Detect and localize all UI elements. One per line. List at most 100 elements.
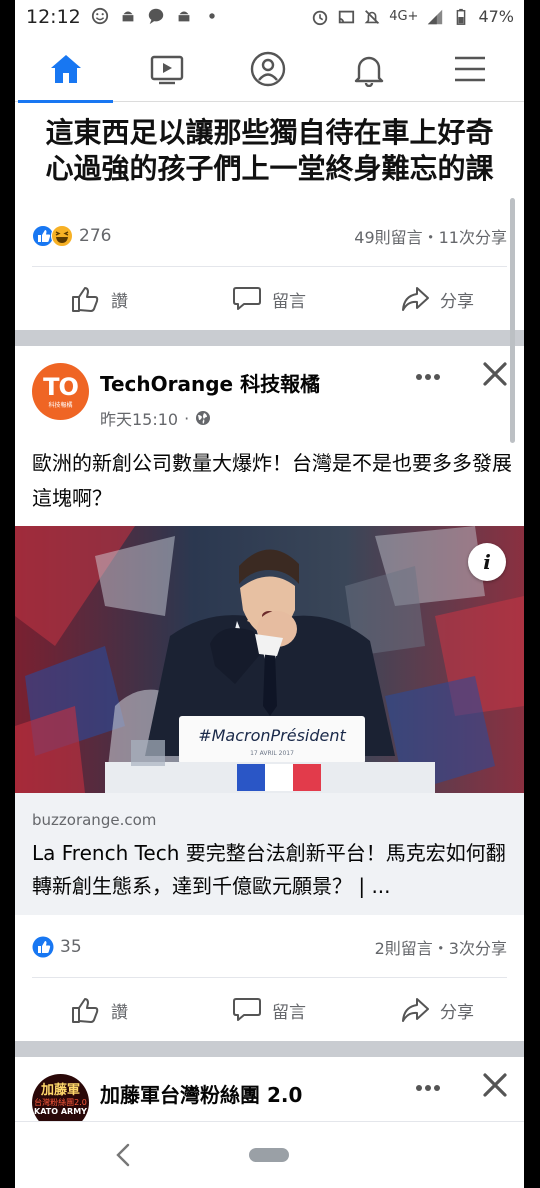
status-time: 12:12 <box>26 6 81 28</box>
signal-icon <box>428 9 443 24</box>
page-name[interactable]: 加藤軍台灣粉絲團 2.0 <box>100 1079 302 1108</box>
more-options-button[interactable] <box>415 362 441 387</box>
thumbs-up-icon <box>72 998 99 1023</box>
comment-icon <box>233 287 261 310</box>
share-label: 分享 <box>440 291 474 312</box>
reaction-summary[interactable]: 276 49則留言・11次分享 <box>32 223 507 249</box>
reaction-count: 276 <box>79 226 112 246</box>
time-separator: · <box>184 408 190 428</box>
nav-home[interactable] <box>15 36 116 103</box>
post-timestamp[interactable]: 昨天15:10 · <box>100 406 211 430</box>
nav-profile[interactable] <box>217 36 318 102</box>
phone-screen: 12:12 4G+ 47% 這東西足以讓那些獨自待在車上好奇 心過強的孩子們上一… <box>15 0 524 1188</box>
comment-icon <box>233 998 261 1021</box>
post-photo[interactable]: #MacronPrésident 17 AVRIL 2017 i <box>15 526 524 793</box>
nav-notifications[interactable] <box>318 36 419 102</box>
nav-watch[interactable] <box>116 36 217 102</box>
comment-button[interactable]: 留言 <box>232 273 306 325</box>
android-icon <box>122 11 134 22</box>
system-nav-bar <box>15 1121 524 1188</box>
like-button[interactable]: 讚 <box>71 273 128 325</box>
profile-icon <box>250 51 285 87</box>
share-icon <box>402 287 429 311</box>
home-pill[interactable] <box>249 1148 289 1162</box>
screen-edge-left <box>0 0 15 1188</box>
smiley-icon <box>91 7 109 25</box>
divider <box>32 266 507 267</box>
bell-icon <box>354 56 383 87</box>
status-notification-icons <box>91 7 221 25</box>
link-preview[interactable]: buzzorange.com La French Tech 要完整台法創新平台！… <box>15 793 524 915</box>
share-button[interactable]: 分享 <box>400 273 474 325</box>
mute-icon <box>364 9 380 24</box>
more-icon <box>416 374 440 380</box>
post-actions: 讚 留言 分享 <box>15 273 524 325</box>
top-nav-bar <box>15 36 524 103</box>
android-icon-2 <box>178 11 190 22</box>
more-icon <box>416 1085 440 1091</box>
post-actions: 讚 留言 分享 <box>15 984 524 1036</box>
post-card-3: 加藤軍 台灣粉絲團2.0 KATO ARMY 加藤軍台灣粉絲團 2.0 <box>15 1057 524 1127</box>
info-icon: i <box>483 550 491 574</box>
page-avatar[interactable]: TO 科技報橘 <box>32 363 89 420</box>
post-card-1: 這東西足以讓那些獨自待在車上好奇 心過強的孩子們上一堂終身難忘的課 276 49… <box>15 103 524 330</box>
comment-label: 留言 <box>272 1002 306 1023</box>
feed-separator <box>15 330 524 346</box>
close-icon <box>483 362 507 386</box>
headline-line-2: 心過強的孩子們上一堂終身難忘的課 <box>45 152 494 185</box>
home-icon <box>50 55 81 83</box>
status-system-icons: 4G+ 47% <box>311 7 514 26</box>
post-time-text: 昨天15:10 <box>100 410 179 429</box>
like-label: 讚 <box>111 1002 128 1023</box>
scrollbar[interactable] <box>510 198 515 443</box>
haha-reaction-icon <box>51 225 73 247</box>
feed-separator <box>15 1041 524 1057</box>
globe-icon <box>196 411 211 425</box>
link-domain: buzzorange.com <box>32 811 157 829</box>
status-bar: 12:12 4G+ 47% <box>15 0 524 36</box>
reaction-icons <box>32 225 73 247</box>
menu-icon <box>454 56 485 82</box>
post-text: 歐洲的新創公司數量大爆炸！台灣是不是也要多多發展這塊啊？ <box>32 451 512 510</box>
chat-bubble-icon <box>148 8 164 25</box>
comments-shares-count[interactable]: 2則留言・3次分享 <box>375 935 507 959</box>
back-icon[interactable] <box>113 1142 133 1168</box>
nav-menu[interactable] <box>419 36 520 102</box>
more-options-button[interactable] <box>415 1073 441 1098</box>
page-avatar[interactable]: 加藤軍 台灣粉絲團2.0 KATO ARMY <box>32 1074 89 1127</box>
podium-date: 17 AVRIL 2017 <box>250 750 294 757</box>
share-button[interactable]: 分享 <box>400 984 474 1036</box>
alarm-icon <box>312 10 328 25</box>
reaction-summary-2[interactable]: 35 2則留言・3次分享 <box>32 934 507 960</box>
hide-post-button[interactable] <box>481 360 509 388</box>
screen-edge-right <box>524 0 540 1188</box>
like-button[interactable]: 讚 <box>71 984 128 1036</box>
podium-slogan: #MacronPrésident <box>198 726 346 745</box>
photo-illustration: #MacronPrésident 17 AVRIL 2017 <box>15 526 524 793</box>
share-label: 分享 <box>440 1002 474 1023</box>
share-icon <box>402 998 429 1022</box>
reaction-count: 35 <box>60 937 82 957</box>
comment-button[interactable]: 留言 <box>232 984 306 1036</box>
comment-label: 留言 <box>272 291 306 312</box>
post-image-headline[interactable]: 這東西足以讓那些獨自待在車上好奇 心過強的孩子們上一堂終身難忘的課 <box>15 115 524 187</box>
headline-line-1: 這東西足以讓那些獨自待在車上好奇 <box>45 116 494 149</box>
post-card-2: TO 科技報橘 TechOrange 科技報橘 昨天15:10 · 歐洲的新創公… <box>15 346 524 1041</box>
hide-post-button[interactable] <box>481 1071 509 1099</box>
avatar-logo-subtext: 科技報橘 <box>48 402 73 409</box>
close-icon <box>483 1073 507 1097</box>
comments-shares-count[interactable]: 49則留言・11次分享 <box>354 224 507 248</box>
link-title: La French Tech 要完整台法創新平台！馬克宏如何翻轉新創生態系，達到… <box>32 841 506 898</box>
thumbs-up-icon <box>72 287 99 312</box>
dot-icon <box>209 13 215 19</box>
cast-icon <box>338 10 355 23</box>
avatar-line-2: 台灣粉絲團2.0 <box>34 1098 87 1107</box>
divider <box>32 977 507 978</box>
ad-info-button[interactable]: i <box>468 543 506 581</box>
page-name[interactable]: TechOrange 科技報橘 <box>100 368 320 397</box>
like-reaction-icon <box>32 936 54 958</box>
avatar-line-3: KATO ARMY <box>34 1107 87 1116</box>
avatar-line-1: 加藤軍 <box>40 1083 80 1098</box>
avatar-logo-text: TO <box>43 373 79 401</box>
video-icon <box>150 55 183 85</box>
